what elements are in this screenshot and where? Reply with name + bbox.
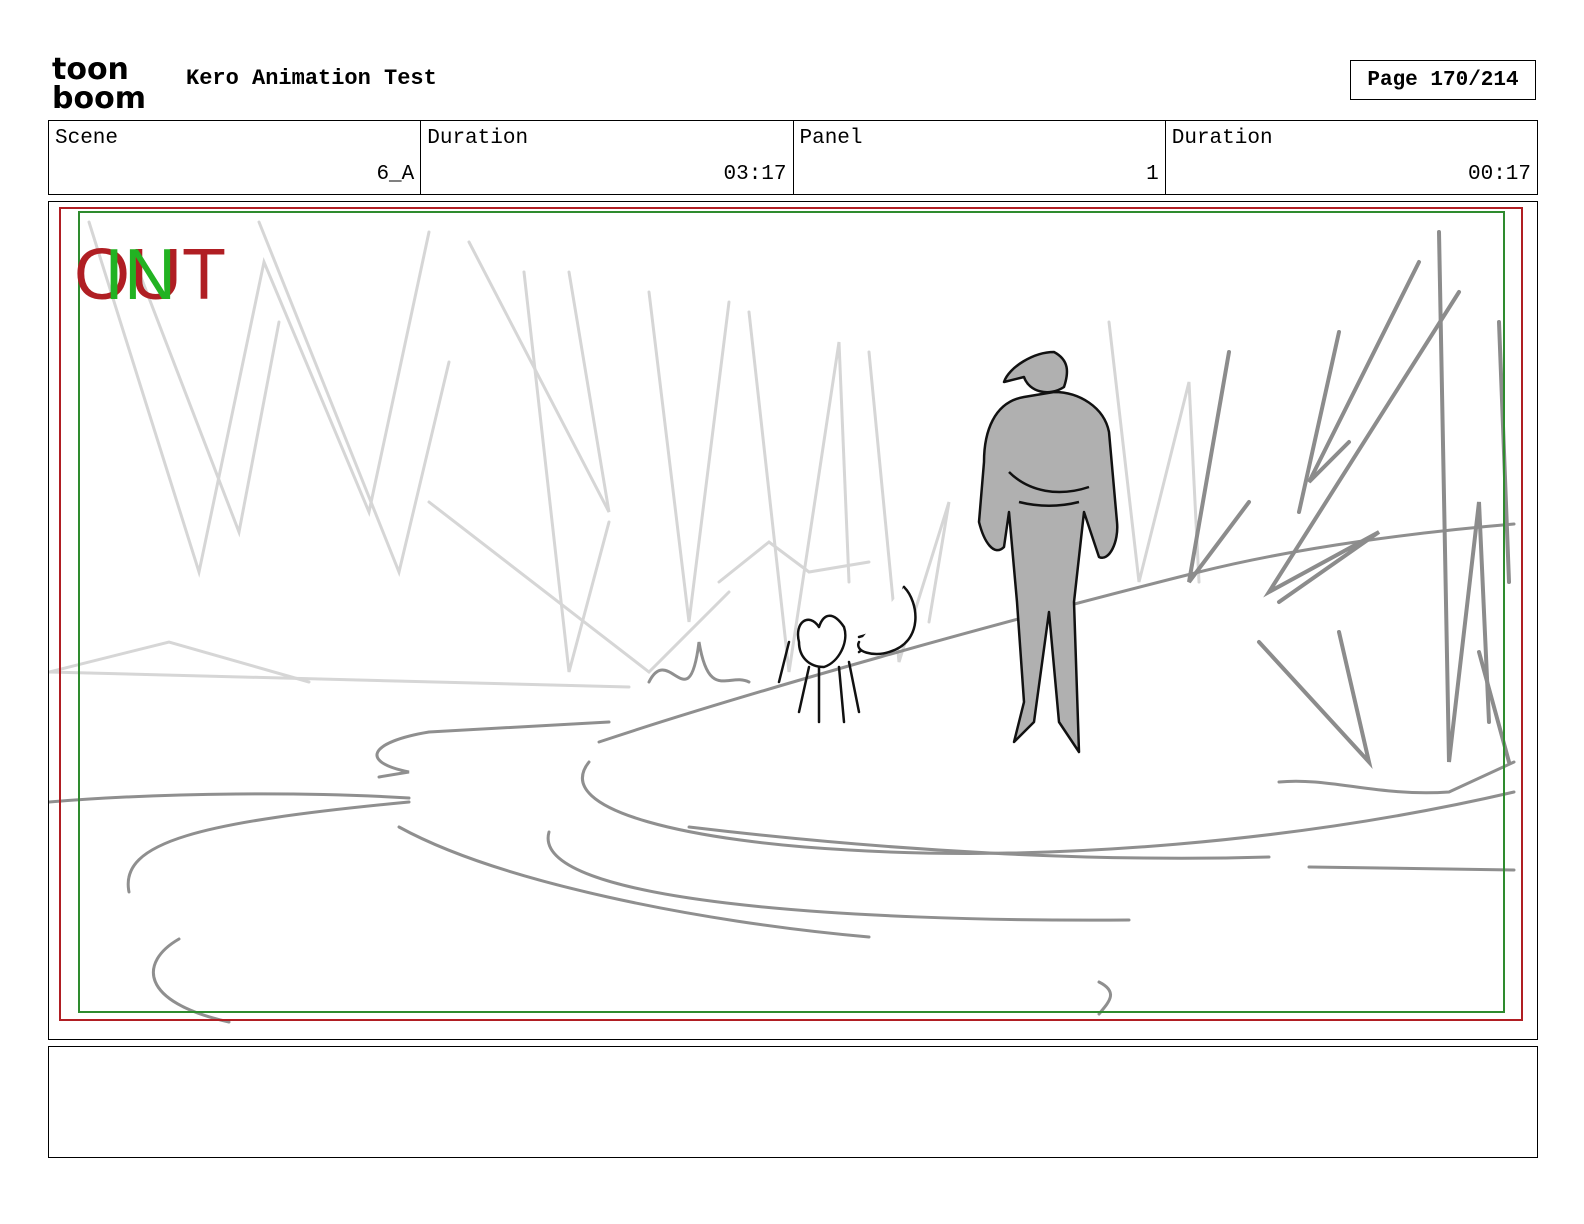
caption-box [48, 1046, 1538, 1158]
scene-cell: Scene 6_A [49, 121, 422, 194]
in-label: IN [104, 235, 176, 315]
scene-duration-cell: Duration 03:17 [421, 121, 794, 194]
scene-value: 6_A [376, 163, 415, 186]
panel-label: Panel [799, 127, 863, 150]
page-number: Page 170/214 [1350, 60, 1536, 100]
panel-duration-label: Duration [1171, 127, 1273, 150]
out-frame [59, 207, 1523, 1021]
panel-duration-cell: Duration 00:17 [1166, 121, 1537, 194]
toonboom-logo: toon boom [52, 52, 164, 116]
storyboard-panel: OUT IN [48, 201, 1538, 1040]
scene-label: Scene [55, 127, 119, 150]
logo-line2: boom [52, 81, 146, 112]
tall-character-sketch [977, 350, 1119, 754]
page-number-label: Page 170/214 [1367, 68, 1519, 92]
foreground-trees-sketch [1187, 230, 1511, 769]
panel-value: 1 [1146, 163, 1159, 186]
panel-duration-value: 00:17 [1467, 163, 1531, 186]
scene-info-table: Scene 6_A Duration 03:17 Panel 1 Duratio… [48, 120, 1538, 195]
scene-duration-value: 03:17 [723, 163, 787, 186]
panel-sketch: OUT IN [49, 207, 1523, 1024]
scene-duration-label: Duration [427, 127, 529, 150]
project-title: Kero Animation Test [186, 66, 437, 91]
panel-cell: Panel 1 [794, 121, 1166, 194]
